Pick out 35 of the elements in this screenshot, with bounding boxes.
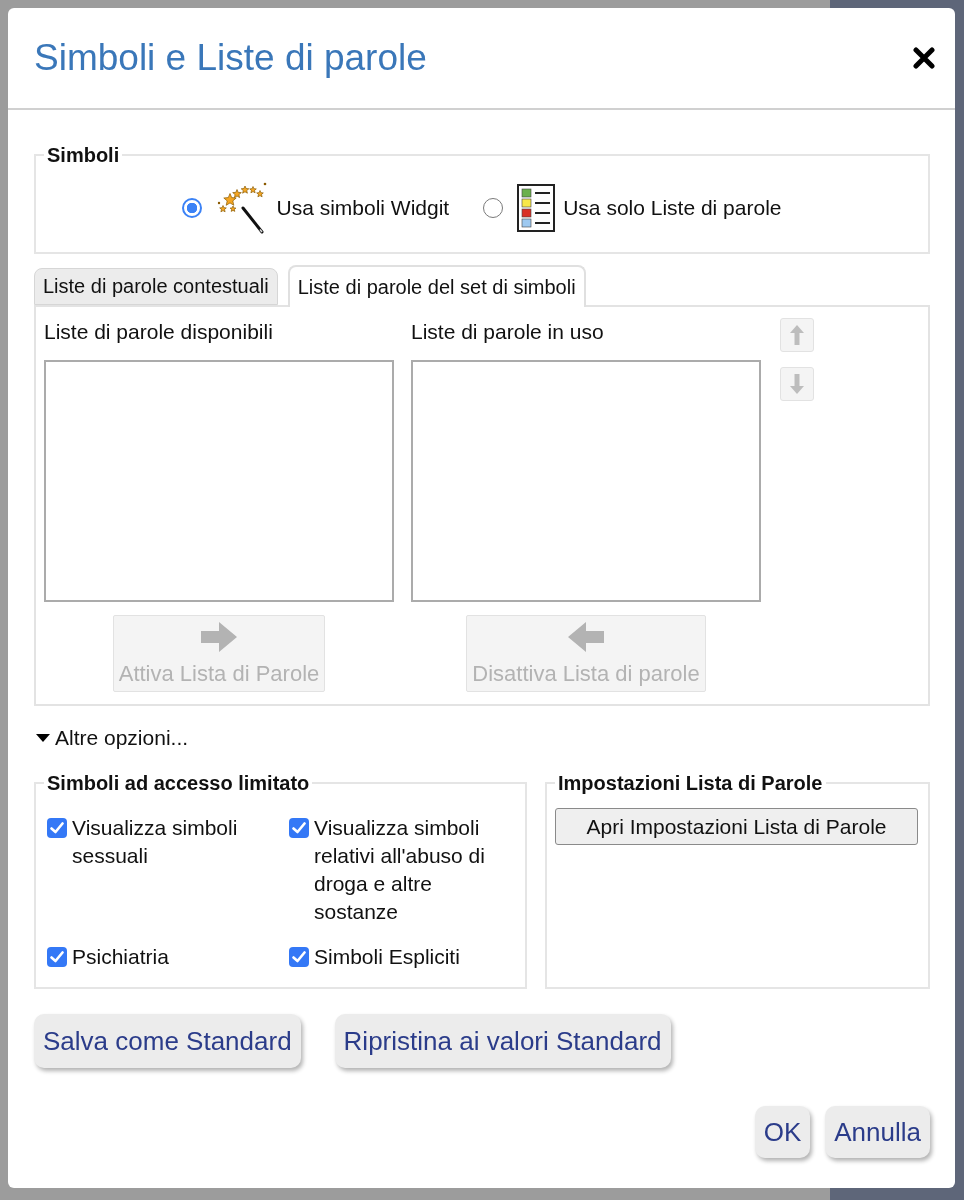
checkbox[interactable] bbox=[47, 818, 67, 838]
group-legend: Simboli ad accesso limitato bbox=[44, 771, 313, 795]
arrow-up-icon bbox=[790, 325, 804, 345]
checkbox[interactable] bbox=[289, 818, 309, 838]
defaults-button[interactable]: Ripristina ai valori Standard bbox=[334, 1014, 671, 1068]
list-label: Liste di parole disponibili bbox=[44, 319, 274, 345]
list-label: Liste di parole in uso bbox=[411, 319, 605, 345]
dialog-title: Simboli e Liste di parole bbox=[34, 37, 427, 79]
option-label: Usa solo Liste di parole bbox=[563, 196, 782, 220]
checkbox-label: Visualizza simboli sessuali bbox=[72, 815, 239, 869]
magic-wand-icon bbox=[216, 181, 269, 235]
option-label: Usa simboli Widgit bbox=[276, 196, 450, 220]
checkbox[interactable] bbox=[289, 947, 309, 967]
dialog-button[interactable]: OK bbox=[754, 1106, 811, 1158]
listbox[interactable] bbox=[411, 360, 761, 602]
settings-button[interactable]: Apri Impostazioni Lista di Parole bbox=[555, 808, 918, 845]
group-legend: Impostazioni Lista di Parole bbox=[555, 771, 826, 795]
checkbox-label: Simboli Espliciti bbox=[314, 944, 460, 970]
tab[interactable]: Liste di parole contestuali bbox=[34, 268, 278, 305]
arrow-down-icon bbox=[790, 374, 804, 394]
checkbox[interactable] bbox=[47, 947, 67, 967]
defaults-button[interactable]: Salva come Standard bbox=[34, 1014, 301, 1068]
tab[interactable]: Liste di parole del set di simboli bbox=[287, 265, 586, 307]
disclosure-toggle[interactable]: Altre opzioni... bbox=[34, 726, 189, 750]
dialog-button[interactable]: Annulla bbox=[825, 1106, 930, 1158]
list-icon bbox=[517, 184, 556, 232]
radio-button[interactable] bbox=[182, 198, 203, 218]
close-icon[interactable] bbox=[913, 47, 935, 69]
checkbox-label: Visualizza simboli relativi all'abuso di droga e altre sostanze bbox=[314, 815, 486, 925]
arrow-right-icon bbox=[201, 622, 237, 652]
arrow-left-icon bbox=[568, 622, 604, 652]
checkbox-label: Psichiatria bbox=[72, 944, 169, 970]
group-legend: Simboli bbox=[44, 143, 123, 167]
listbox[interactable] bbox=[44, 360, 394, 602]
radio-button[interactable] bbox=[483, 198, 504, 218]
